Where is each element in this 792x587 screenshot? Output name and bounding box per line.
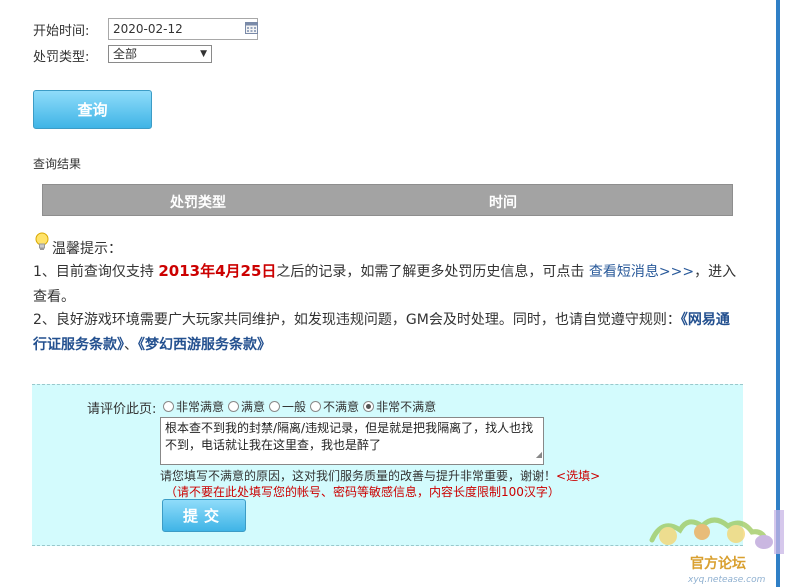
penalty-type-select[interactable]: 全部 ▼ xyxy=(108,45,212,63)
sensitive-info-warning: （请不要在此处填写您的帐号、密码等敏感信息，内容长度限制100汉字） xyxy=(165,485,560,499)
column-header-penalty-type: 处罚类型 xyxy=(170,195,226,211)
query-button[interactable]: 查询 xyxy=(33,90,152,129)
rating-option-label: 非常不满意 xyxy=(376,400,437,414)
rating-option-label: 非常满意 xyxy=(176,400,225,414)
tips-title: 温馨提示： xyxy=(52,241,122,257)
radio-button[interactable] xyxy=(228,401,240,412)
tip-2-separator: 、 xyxy=(124,337,138,353)
radio-button[interactable] xyxy=(163,401,174,412)
submit-button[interactable]: 提交 xyxy=(162,499,246,532)
start-date-input[interactable]: 2020-02-12 xyxy=(108,18,258,40)
rating-option-label: 满意 xyxy=(241,400,266,414)
radio-button-checked[interactable] xyxy=(363,401,375,412)
rating-very-satisfied[interactable]: 非常满意 xyxy=(163,398,224,415)
radio-button[interactable] xyxy=(269,401,281,412)
rating-option-label: 一般 xyxy=(282,400,307,414)
results-label: 查询结果 xyxy=(33,157,82,171)
start-date-value: 2020-02-12 xyxy=(113,22,183,36)
column-header-time: 时间 xyxy=(489,195,517,211)
radio-button[interactable] xyxy=(310,401,322,412)
feedback-panel: 请评价此页: 非常满意 满意 一般 不满意 非常不满意 根本查不到我的封禁/隔离… xyxy=(32,384,743,546)
tip-line-2: 2、良好游戏环境需要广大玩家共同维护，如发现违规问题，GM会及时处理。同时，也请… xyxy=(33,308,743,358)
feedback-text: 根本查不到我的封禁/隔离/违规记录，但是就是把我隔离了，找人也找不到，电话就让我… xyxy=(165,421,534,452)
rating-neutral[interactable]: 一般 xyxy=(269,398,306,415)
calendar-icon[interactable] xyxy=(245,21,258,34)
tip-1-middle: 之后的记录，如需了解更多处罚历史信息，可点击 xyxy=(276,264,589,280)
forum-watermark-logo: 官方论坛 xyq.netease.com xyxy=(649,510,784,585)
tip-line-1: 1、目前查询仅支持 2013年4月25日之后的记录，如需了解更多处罚历史信息，可… xyxy=(33,259,743,310)
support-start-date: 2013年4月25日 xyxy=(158,262,277,280)
start-time-label: 开始时间: xyxy=(33,24,90,39)
watermark-caption: 官方论坛 xyxy=(690,555,746,572)
resize-handle-icon[interactable]: ◢ xyxy=(536,446,542,463)
dropdown-arrow-icon: ▼ xyxy=(200,49,207,59)
view-messages-link[interactable]: 查看短消息>>> xyxy=(589,264,694,280)
tip-2-prefix: 2、良好游戏环境需要广大玩家共同维护，如发现违规问题，GM会及时处理。同时，也请… xyxy=(33,312,681,328)
rating-satisfied[interactable]: 满意 xyxy=(228,398,265,415)
rate-page-label: 请评价此页: xyxy=(87,402,157,417)
lightbulb-icon xyxy=(35,232,49,250)
feedback-hint-text: 请您填写不满意的原因，这对我们服务质量的改善与提升非常重要，谢谢！ xyxy=(160,469,557,483)
rating-options: 非常满意 满意 一般 不满意 非常不满意 xyxy=(163,398,440,415)
page-right-border xyxy=(776,0,780,587)
rating-unsatisfied[interactable]: 不满意 xyxy=(310,398,359,415)
rating-very-unsatisfied[interactable]: 非常不满意 xyxy=(363,398,436,415)
optional-tag: <选填> xyxy=(556,469,601,483)
mhxy-terms-link[interactable]: 《梦幻西游服务条款》 xyxy=(138,337,271,353)
penalty-type-label: 处罚类型: xyxy=(33,50,90,65)
feedback-textarea[interactable]: 根本查不到我的封禁/隔离/违规记录，但是就是把我隔离了，找人也找不到，电话就让我… xyxy=(160,417,544,465)
rating-option-label: 不满意 xyxy=(323,400,360,414)
results-table-header: 处罚类型 时间 xyxy=(42,184,733,216)
tip-1-prefix: 1、目前查询仅支持 xyxy=(33,264,159,280)
watermark-site: xyq.netease.com xyxy=(687,575,766,585)
penalty-type-selected: 全部 xyxy=(113,47,138,61)
feedback-hint: 请您填写不满意的原因，这对我们服务质量的改善与提升非常重要，谢谢！<选填> xyxy=(160,467,600,484)
